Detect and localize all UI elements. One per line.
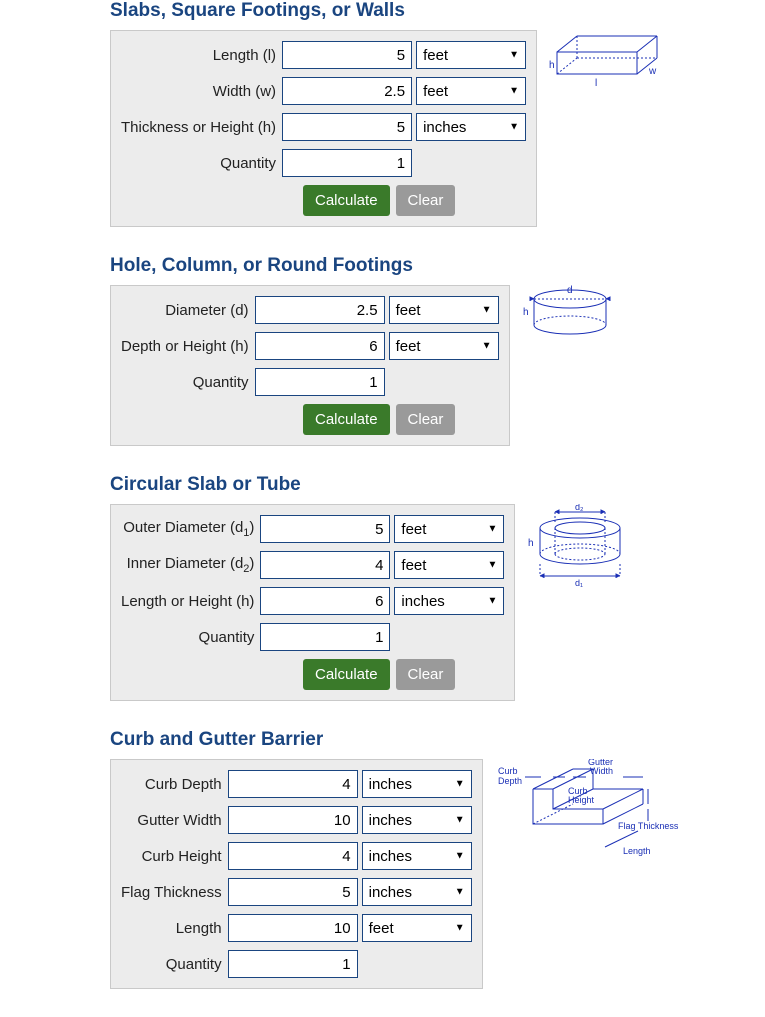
svg-text:d₁: d₁ — [575, 578, 583, 588]
label-width: Width (w) — [213, 83, 282, 100]
clear-button[interactable]: Clear — [396, 185, 456, 216]
gutter-width-input[interactable] — [228, 806, 358, 834]
label-gutter-width: Gutter Width — [137, 812, 227, 829]
label-quantity: Quantity — [199, 629, 261, 646]
label-curb-depth: Curb Depth — [145, 776, 228, 793]
section-tube: Circular Slab or Tube Outer Diameter (d1… — [110, 474, 765, 701]
curb-depth-input[interactable] — [228, 770, 358, 798]
svg-text:Depth: Depth — [498, 776, 522, 786]
curb-height-input[interactable] — [228, 842, 358, 870]
svg-text:h: h — [523, 307, 529, 318]
clear-button[interactable]: Clear — [396, 404, 456, 435]
section-title: Circular Slab or Tube — [110, 474, 765, 496]
section-hole: Hole, Column, or Round Footings Diameter… — [110, 255, 765, 446]
curb-height-unit-select[interactable]: inches — [362, 842, 472, 870]
section-title: Hole, Column, or Round Footings — [110, 255, 765, 277]
svg-text:d: d — [567, 285, 573, 296]
svg-text:d₂: d₂ — [575, 504, 584, 512]
calculate-button[interactable]: Calculate — [303, 659, 390, 690]
quantity-input[interactable] — [228, 950, 358, 978]
depth-unit-select[interactable]: feet — [389, 332, 499, 360]
svg-text:h: h — [528, 538, 534, 549]
svg-text:Flag Thickness: Flag Thickness — [618, 821, 679, 831]
section-title: Slabs, Square Footings, or Walls — [110, 0, 765, 22]
svg-text:Width: Width — [590, 766, 613, 776]
label-quantity: Quantity — [220, 155, 282, 172]
tube-diagram: d₂ d₁ h — [525, 504, 635, 594]
label-quantity: Quantity — [193, 374, 255, 391]
inner-diameter-unit-select[interactable]: feet — [394, 551, 504, 579]
label-thickness: Thickness or Height (h) — [121, 119, 282, 136]
clear-button[interactable]: Clear — [396, 659, 456, 690]
slab-diagram: h l w — [547, 30, 667, 90]
form-panel: Outer Diameter (d1) feet Inner Diameter … — [110, 504, 515, 701]
label-quantity: Quantity — [166, 956, 228, 973]
thickness-input[interactable] — [282, 113, 412, 141]
label-flag-thickness: Flag Thickness — [121, 884, 228, 901]
svg-text:l: l — [595, 78, 597, 89]
length-input[interactable] — [260, 587, 390, 615]
outer-diameter-input[interactable] — [260, 515, 390, 543]
label-length: Length or Height (h) — [121, 593, 260, 610]
label-length: Length (l) — [213, 47, 282, 64]
form-panel: Length (l) feet Width (w) feet Thickness… — [110, 30, 537, 227]
label-diameter: Diameter (d) — [165, 302, 254, 319]
calculate-button[interactable]: Calculate — [303, 404, 390, 435]
label-depth: Depth or Height (h) — [121, 338, 255, 355]
length-unit-select[interactable]: inches — [394, 587, 504, 615]
length-input[interactable] — [282, 41, 412, 69]
svg-text:Curb: Curb — [498, 766, 518, 776]
section-title: Curb and Gutter Barrier — [110, 729, 765, 751]
section-curb: Curb and Gutter Barrier Curb Depth inche… — [110, 729, 765, 989]
cylinder-diagram: d h — [520, 285, 620, 345]
label-curb-height: Curb Height — [142, 848, 228, 865]
form-panel: Curb Depth inches Gutter Width inches Cu… — [110, 759, 483, 989]
inner-diameter-input[interactable] — [260, 551, 390, 579]
flag-thickness-input[interactable] — [228, 878, 358, 906]
curb-depth-unit-select[interactable]: inches — [362, 770, 472, 798]
curb-diagram: Curb Depth Gutter Width Curb Height Flag… — [493, 759, 713, 879]
width-input[interactable] — [282, 77, 412, 105]
depth-input[interactable] — [255, 332, 385, 360]
outer-diameter-unit-select[interactable]: feet — [394, 515, 504, 543]
quantity-input[interactable] — [255, 368, 385, 396]
svg-text:w: w — [648, 66, 657, 77]
flag-thickness-unit-select[interactable]: inches — [362, 878, 472, 906]
thickness-unit-select[interactable]: inches — [416, 113, 526, 141]
label-inner-diameter: Inner Diameter (d2) — [127, 555, 261, 575]
calculate-button[interactable]: Calculate — [303, 185, 390, 216]
length-unit-select[interactable]: feet — [416, 41, 526, 69]
svg-text:Length: Length — [623, 846, 651, 856]
length-unit-select[interactable]: feet — [362, 914, 472, 942]
svg-text:Height: Height — [568, 795, 595, 805]
form-panel: Diameter (d) feet Depth or Height (h) fe… — [110, 285, 510, 446]
diameter-input[interactable] — [255, 296, 385, 324]
gutter-width-unit-select[interactable]: inches — [362, 806, 472, 834]
quantity-input[interactable] — [282, 149, 412, 177]
section-slabs: Slabs, Square Footings, or Walls Length … — [110, 0, 765, 227]
diameter-unit-select[interactable]: feet — [389, 296, 499, 324]
label-outer-diameter: Outer Diameter (d1) — [123, 519, 260, 539]
quantity-input[interactable] — [260, 623, 390, 651]
svg-text:h: h — [549, 60, 555, 71]
width-unit-select[interactable]: feet — [416, 77, 526, 105]
length-input[interactable] — [228, 914, 358, 942]
